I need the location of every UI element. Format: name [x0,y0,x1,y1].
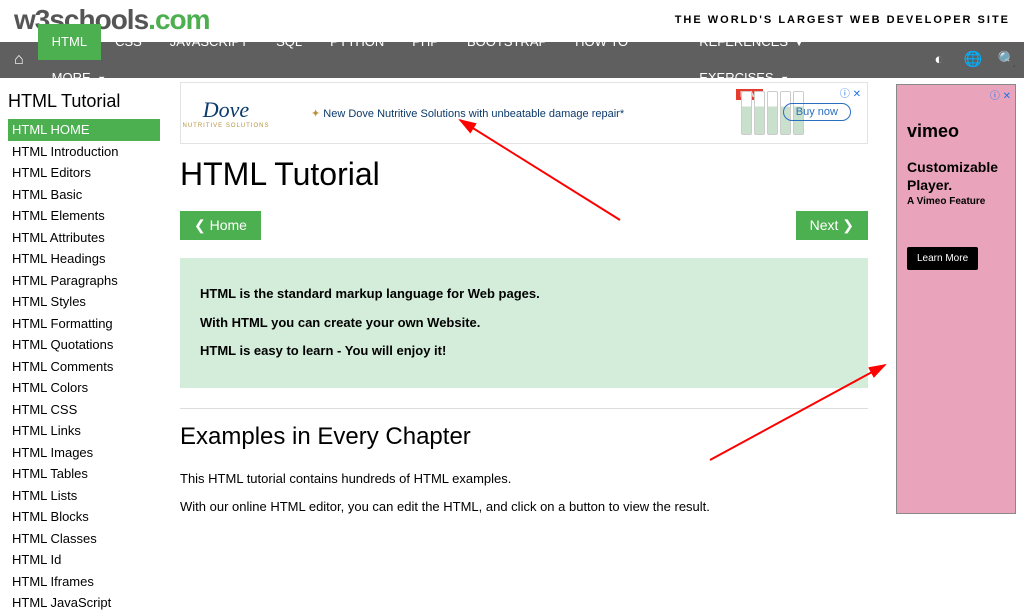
sidebar-item-html-links[interactable]: HTML Links [8,420,160,442]
sidebar-item-html-tables[interactable]: HTML Tables [8,463,160,485]
sidebar-item-html-colors[interactable]: HTML Colors [8,377,160,399]
section-text: This HTML tutorial contains hundreds of … [180,465,868,522]
sidebar-item-html-comments[interactable]: HTML Comments [8,356,160,378]
sidebar: HTML Tutorial HTML HOMEHTML Introduction… [0,78,160,614]
nav-item-how-to[interactable]: HOW TO [561,24,642,60]
sidebar-item-html-editors[interactable]: HTML Editors [8,162,160,184]
main-nav: ⌂ HTMLCSSJAVASCRIPTSQLPYTHONPHPBOOTSTRAP… [0,42,1024,78]
theme-toggle-icon[interactable]: ◐ [922,42,956,78]
sidebar-item-html-id[interactable]: HTML Id [8,549,160,571]
globe-icon[interactable]: 🌐 [956,42,990,78]
ad-text: ✦ New Dove Nutritive Solutions with unbe… [311,107,624,120]
ad-close-icon[interactable]: ✕ [853,89,861,100]
ad-subheading: A Vimeo Feature [907,196,1005,207]
sidebar-item-html-blocks[interactable]: HTML Blocks [8,506,160,528]
ad-banner-top[interactable]: Dove NUTRITIVE SOLUTIONS ✦ New Dove Nutr… [180,82,868,144]
sidebar-item-html-home[interactable]: HTML HOME [8,119,160,141]
ad-close-icon[interactable]: ✕ [1003,91,1011,102]
page-title: HTML Tutorial [180,156,868,193]
sidebar-item-html-elements[interactable]: HTML Elements [8,205,160,227]
nav-item-bootstrap[interactable]: BOOTSTRAP [453,24,561,60]
sidebar-item-html-iframes[interactable]: HTML Iframes [8,571,160,593]
ad-info-controls[interactable]: ⓘ ✕ [990,87,1011,102]
ad-info-controls[interactable]: ⓘ ✕ [840,85,861,100]
intro-box: HTML is the standard markup language for… [180,258,868,388]
sidebar-item-html-lists[interactable]: HTML Lists [8,485,160,507]
sidebar-item-html-images[interactable]: HTML Images [8,442,160,464]
sidebar-item-html-introduction[interactable]: HTML Introduction [8,141,160,163]
main-content: Dove NUTRITIVE SOLUTIONS ✦ New Dove Nutr… [160,78,888,614]
ad-skyscraper[interactable]: ⓘ ✕ vimeo Customizable Player. A Vimeo F… [896,84,1016,514]
sidebar-item-html-styles[interactable]: HTML Styles [8,291,160,313]
nav-item-php[interactable]: PHP [398,24,453,60]
sidebar-title: HTML Tutorial [8,88,160,115]
sidebar-item-html-paragraphs[interactable]: HTML Paragraphs [8,270,160,292]
ad-buy-button[interactable]: Buy now [783,103,851,121]
sidebar-item-html-headings[interactable]: HTML Headings [8,248,160,270]
nav-item-sql[interactable]: SQL [262,24,316,60]
sidebar-item-html-javascript[interactable]: HTML JavaScript [8,592,160,614]
sidebar-item-html-basic[interactable]: HTML Basic [8,184,160,206]
ad-heading: Customizable Player. [907,158,1005,194]
nav-item-html[interactable]: HTML [38,24,101,60]
ad-brand-logo: vimeo [907,121,1005,142]
search-icon[interactable]: 🔍 [990,42,1024,78]
sidebar-item-html-attributes[interactable]: HTML Attributes [8,227,160,249]
divider [180,408,868,409]
ad-sidebar: ⓘ ✕ vimeo Customizable Player. A Vimeo F… [896,84,1016,614]
nav-item-css[interactable]: CSS [101,24,156,60]
next-button[interactable]: Next ❯ [796,211,868,240]
ad-info-icon[interactable]: ⓘ [840,89,850,100]
sidebar-item-html-css[interactable]: HTML CSS [8,399,160,421]
ad-brand-logo: Dove NUTRITIVE SOLUTIONS [181,97,271,129]
ad-cta-button[interactable]: Learn More [907,247,978,270]
nav-item-references[interactable]: REFERENCES ▼ [685,24,817,60]
sidebar-item-html-quotations[interactable]: HTML Quotations [8,334,160,356]
home-icon[interactable]: ⌂ [0,42,38,78]
ad-info-icon[interactable]: ⓘ [990,91,1000,102]
nav-item-javascript[interactable]: JAVASCRIPT [156,24,262,60]
section-title: Examples in Every Chapter [180,423,868,451]
nav-item-python[interactable]: PYTHON [316,24,398,60]
home-button[interactable]: ❮ Home [180,211,261,240]
sidebar-item-html-formatting[interactable]: HTML Formatting [8,313,160,335]
sidebar-item-html-classes[interactable]: HTML Classes [8,528,160,550]
